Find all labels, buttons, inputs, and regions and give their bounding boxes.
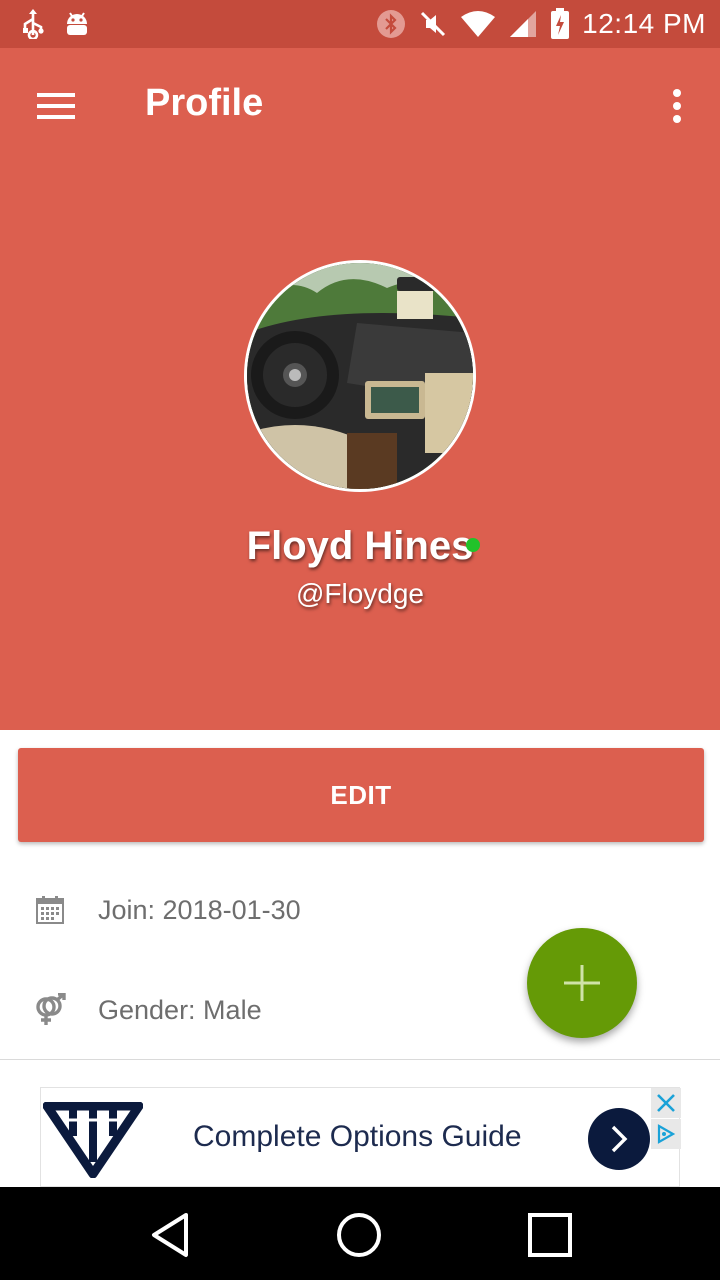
hamburger-menu-icon[interactable] [30, 84, 82, 128]
gender-text: Gender: Male [98, 994, 262, 1025]
edit-button[interactable]: EDIT [18, 748, 704, 842]
battery-charging-icon [550, 8, 570, 40]
add-fab-button[interactable] [527, 928, 637, 1038]
close-icon[interactable] [651, 1088, 681, 1118]
profile-name: Floyd Hines [246, 524, 474, 568]
join-date-text: Join: 2018-01-30 [98, 894, 301, 925]
status-bar: 12:14 PM [0, 0, 720, 48]
home-icon[interactable] [329, 1205, 389, 1265]
ad-banner[interactable]: Complete Options Guide [40, 1087, 681, 1187]
signal-icon [508, 9, 538, 39]
system-nav-bar [0, 1187, 720, 1280]
avatar[interactable] [244, 260, 476, 492]
profile-handle: @Floydge [295, 578, 425, 609]
ad-title[interactable]: Complete Options Guide [193, 1120, 522, 1154]
wifi-icon [460, 9, 496, 39]
diamond-logo-icon [42, 1101, 144, 1179]
gender-icon [34, 993, 66, 1026]
chevron-right-icon[interactable] [588, 1108, 650, 1170]
status-time: 12:14 PM [582, 8, 706, 39]
mute-icon [418, 9, 448, 39]
status-left-icons [20, 9, 90, 39]
profile-header: Profile Floyd Hines @Floydge [0, 48, 720, 730]
adchoices-icon[interactable] [651, 1119, 681, 1149]
status-right-icons: 12:14 PM [376, 8, 706, 40]
back-icon[interactable] [140, 1205, 200, 1265]
android-debug-icon [64, 10, 90, 38]
online-status-indicator [466, 538, 480, 552]
bluetooth-icon [376, 9, 406, 39]
page-title: Profile [145, 82, 264, 124]
recents-icon[interactable] [520, 1205, 580, 1265]
join-date-row: Join: 2018-01-30 [0, 880, 720, 940]
plus-icon [564, 965, 600, 1001]
more-vert-icon[interactable] [660, 82, 694, 130]
calendar-icon [34, 894, 66, 926]
app-bar: Profile [0, 48, 720, 162]
divider [0, 1059, 720, 1060]
usb-icon [20, 9, 46, 39]
